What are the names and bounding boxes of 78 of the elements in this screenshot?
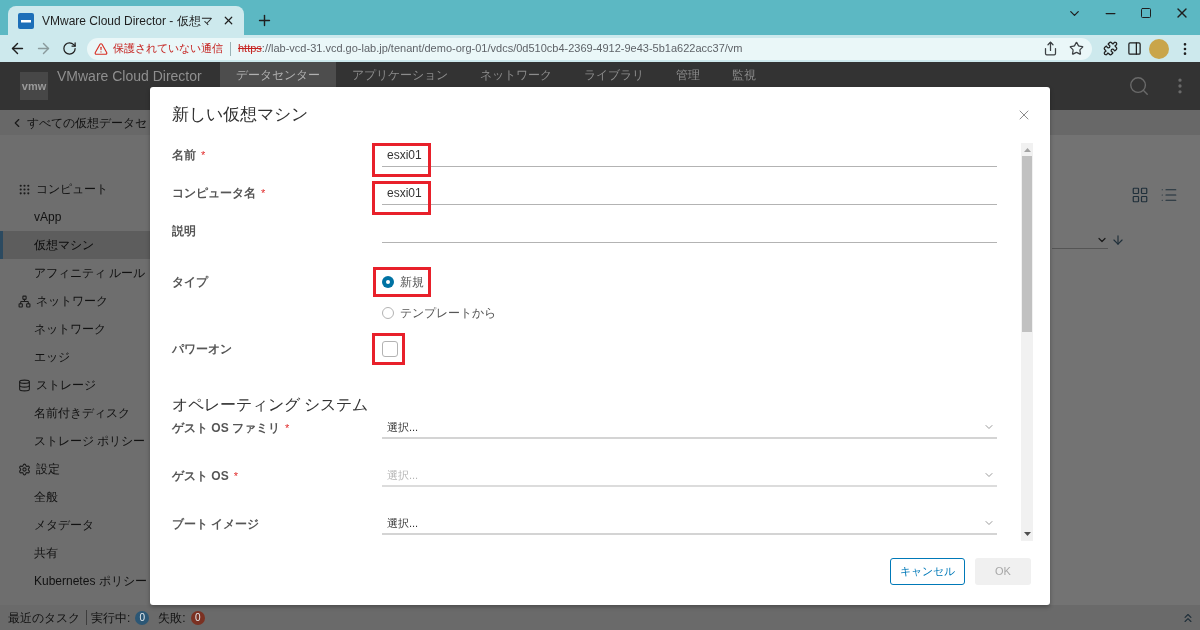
radio-label: テンプレートから (400, 305, 496, 322)
text-input[interactable]: esxi01 (382, 143, 997, 167)
sidebar-section-title: コンピュート (36, 181, 108, 198)
sidebar-section-title: ネットワーク (36, 293, 108, 310)
network-icon (18, 294, 31, 308)
sidebar-item[interactable]: 仮想マシン (0, 231, 150, 259)
radio-label: 新規 (400, 274, 424, 291)
favicon-icon (18, 12, 34, 29)
breadcrumb-link[interactable]: すべての仮想データセ (27, 113, 147, 132)
nav-tab[interactable]: データセンター (219, 62, 336, 87)
forward-arrow-icon[interactable] (35, 40, 52, 57)
sort-arrow-icon[interactable] (1111, 233, 1125, 247)
field-label: 説明 (172, 223, 196, 240)
address-bar[interactable]: 保護されていない通信 https://lab-vcd-31.vcd.go-lab.jp/tenant/demo-org-01/vdcs/0d510cb4-2369-4912-9e43-5b1a622acc37/vm (87, 37, 1092, 60)
counter-label: 失敗: (158, 609, 186, 627)
cancel-button[interactable]: キャンセル (890, 558, 965, 585)
status-label: 最近のタスク (8, 609, 80, 627)
nav-tab[interactable]: ライブラリ (567, 62, 660, 87)
grid-dots-icon (18, 182, 31, 196)
share-icon[interactable] (1043, 41, 1058, 56)
sidebar-item[interactable]: 共有 (0, 539, 150, 567)
maximize-icon[interactable] (1140, 7, 1152, 19)
sidebar-item[interactable]: Kubernetes ポリシー (0, 567, 150, 595)
scroll-up-arrow-icon[interactable] (1023, 148, 1031, 152)
nav-tab[interactable]: ネットワーク (463, 62, 568, 87)
settings-icon (18, 462, 31, 476)
count-badge: 0 (190, 610, 205, 625)
field-label: 名前 (172, 147, 196, 164)
sidebar-item[interactable]: vApp (0, 203, 150, 231)
required-mark: * (233, 470, 238, 482)
field-label: パワーオン (172, 341, 232, 358)
new-tab-icon[interactable] (256, 12, 273, 29)
checkbox[interactable] (382, 341, 398, 357)
sidebar-item[interactable]: エッジ (0, 343, 150, 371)
field-label: ブート イメージ (172, 516, 260, 533)
scrollbar-thumb[interactable] (1022, 156, 1032, 332)
sidebar-item[interactable]: 名前付きディスク (0, 399, 150, 427)
sidebar-item[interactable]: 全般 (0, 483, 150, 511)
reload-icon[interactable] (62, 41, 77, 56)
browser-tab[interactable]: VMware Cloud Director - 仮想マ (8, 6, 244, 35)
scroll-down-arrow-icon[interactable] (1023, 532, 1031, 536)
star-icon[interactable] (1069, 41, 1084, 56)
puzzle-icon[interactable] (1103, 41, 1118, 56)
sidebar-section-title: ストレージ (36, 377, 96, 394)
text-input[interactable]: esxi01 (382, 181, 997, 205)
field-label: コンピュータ名 (172, 185, 256, 202)
app-title: VMware Cloud Director (57, 67, 202, 85)
nav-tab[interactable]: 監視 (715, 62, 772, 87)
required-mark: * (285, 422, 290, 434)
database-icon (18, 378, 31, 392)
radio-button[interactable] (382, 307, 394, 319)
list-view-icon[interactable] (1160, 186, 1178, 204)
required-mark: * (201, 149, 206, 161)
field-label: ゲスト OS ファミリ (172, 420, 280, 437)
sidebar-section-title: 設定 (36, 461, 60, 478)
close-icon[interactable] (222, 14, 235, 27)
sidebar-item[interactable]: ネットワーク (0, 315, 150, 343)
required-mark: * (261, 187, 266, 199)
section-heading: オペレーティング システム (172, 395, 370, 415)
sidebar-item[interactable]: メタデータ (0, 511, 150, 539)
field-label: タイプ (172, 274, 208, 291)
sidebar-item[interactable]: ストレージ ポリシー (0, 427, 150, 455)
side-panel-icon[interactable] (1127, 41, 1142, 56)
app-logo: vmw (20, 72, 48, 100)
sidebar-item[interactable]: アフィニティ ルール (0, 259, 150, 287)
select-dropdown[interactable]: 選択... (382, 513, 997, 535)
field-label: ゲスト OS (172, 468, 229, 485)
search-icon[interactable] (1128, 75, 1150, 97)
select-dropdown[interactable]: 選択... (382, 417, 997, 439)
nav-tab[interactable]: 管理 (659, 62, 716, 87)
count-badge: 0 (135, 610, 150, 625)
dialog-title: 新しい仮想マシン (172, 104, 308, 127)
radio-button[interactable] (382, 276, 394, 288)
nav-tab[interactable]: アプリケーション (335, 62, 464, 87)
grid-view-icon[interactable] (1131, 186, 1149, 204)
warning-triangle-icon[interactable] (94, 41, 108, 56)
security-warning[interactable]: 保護されていない通信 (113, 40, 223, 57)
counter-label: 実行中: (91, 609, 131, 627)
